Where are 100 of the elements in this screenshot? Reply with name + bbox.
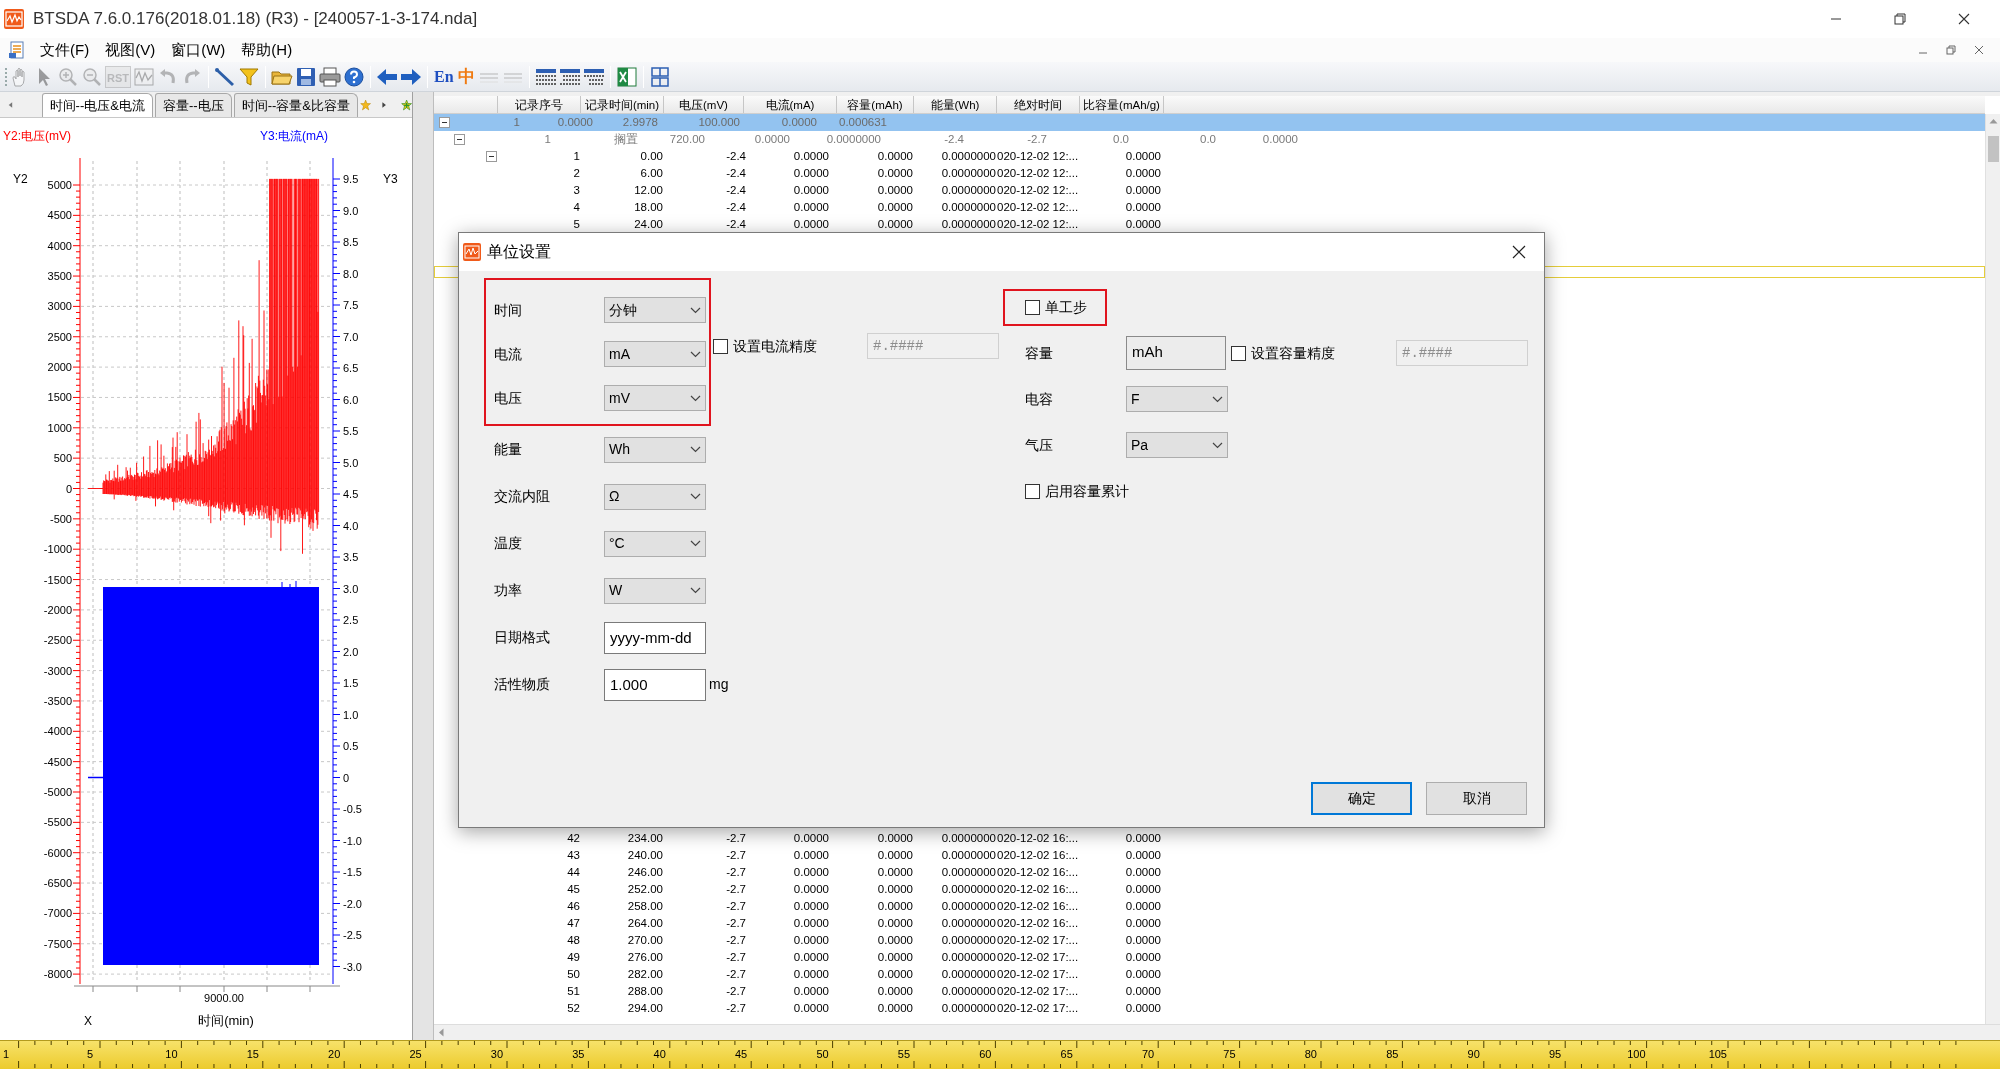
table-cell-text: 0.0000 (1124, 217, 1162, 232)
collapse-icon[interactable] (486, 151, 497, 162)
checkbox-label: 启用容量累计 (1045, 481, 1129, 501)
tick-label: -3000 (43, 664, 72, 677)
tick-label: 0 (343, 771, 350, 784)
column-header[interactable]: 绝对时间 (997, 96, 1080, 113)
scroll-right-icon[interactable] (381, 100, 387, 110)
column-header[interactable]: 记录序号 (498, 96, 581, 113)
dialog-button[interactable]: 取消 (1426, 782, 1527, 815)
ruler-number: 40 (652, 1048, 667, 1061)
table-cell-text: 24.00 (633, 217, 664, 232)
scrollbar-thumb[interactable] (1987, 136, 1999, 162)
tick-label: 8.0 (343, 267, 359, 280)
diagonal-line-icon[interactable] (214, 65, 236, 88)
tick-label: 5.0 (343, 456, 359, 469)
restore-icon[interactable] (1946, 45, 1956, 55)
table-cell-text: 0.0000 (792, 916, 830, 931)
dropdown[interactable]: Pa (1126, 432, 1228, 458)
star-icon[interactable] (359, 97, 372, 113)
table-cell-text: -2.4 (725, 200, 747, 215)
ruler-number: 25 (408, 1048, 423, 1061)
checkbox[interactable] (1025, 483, 1040, 499)
column-header[interactable]: 电流(mA) (744, 96, 837, 113)
table-cell-text: 12.00 (633, 183, 664, 198)
scroll-left-icon[interactable] (8, 100, 14, 110)
table-cell-text: 020-12-02 16:... (997, 865, 1080, 880)
restore-icon[interactable] (1894, 13, 1906, 25)
table-cell-text: 0.0000 (792, 882, 830, 897)
dropdown[interactable]: 分钟 (604, 297, 706, 323)
axis-title: Y2:电压(mV) (3, 129, 71, 143)
table-cell-text: 46 (566, 899, 581, 914)
menu-item[interactable]: 文件(F) (32, 39, 98, 61)
ruler-number: 100 (1626, 1048, 1647, 1061)
tick-label: 9.0 (343, 204, 359, 217)
add-star-icon[interactable] (400, 97, 412, 113)
dropdown[interactable]: Wh (604, 436, 706, 463)
chart-tab[interactable]: 时间--容量&比容量 (233, 92, 358, 117)
tick-label: 5000 (47, 179, 72, 191)
table-cell-text: 0.0000000 (940, 166, 997, 181)
toolbar-grip[interactable] (4, 65, 8, 88)
dialog-button[interactable]: 确定 (1311, 782, 1412, 815)
dropdown[interactable]: W (604, 577, 706, 604)
spreadsheet-icon[interactable] (615, 65, 638, 88)
close-icon[interactable] (1958, 13, 1970, 25)
table-cell-text: 0.0000000 (940, 183, 997, 198)
chart-tab[interactable]: 时间--电压&电流 (41, 92, 153, 117)
input-field[interactable]: yyyy-mm-dd (604, 621, 706, 654)
tick-label: 4.5 (343, 488, 359, 500)
table-cell-text: 0.0000 (1124, 865, 1162, 880)
table-cell-text: 0.0000 (876, 882, 914, 897)
table-cell-text: 0.0000 (876, 166, 914, 181)
axis-name: Y3 (383, 172, 398, 186)
input-field[interactable]: 1.000 (604, 668, 706, 701)
checkbox[interactable] (1025, 300, 1040, 315)
column-header[interactable]: 容量(mAh) (837, 96, 914, 113)
column-header[interactable]: 记录时间(min) (581, 96, 664, 113)
ruler-number: 10 (164, 1048, 179, 1061)
table-cell-text: -2.7 (725, 984, 747, 999)
collapse-icon[interactable] (439, 117, 450, 128)
column-header[interactable]: 能量(Wh) (914, 96, 997, 113)
table-cell-text: 48 (566, 933, 581, 948)
table-cell-text: 18.00 (633, 200, 664, 215)
ruler-number: 80 (1303, 1048, 1318, 1061)
grid-icon[interactable] (648, 65, 671, 88)
scroll-up-icon[interactable] (1988, 118, 1998, 124)
dropdown[interactable]: mA (604, 341, 706, 367)
toolbar-button[interactable]: En (433, 65, 455, 88)
menu-item[interactable]: 帮助(H) (233, 39, 301, 61)
printer-icon[interactable] (319, 65, 341, 88)
close-icon[interactable] (1512, 245, 1526, 259)
ruler-number: 85 (1385, 1048, 1400, 1061)
menu-item[interactable]: 视图(V) (97, 39, 164, 61)
axis-title: 时间(min) (198, 1013, 254, 1028)
table-cell-text: 0.0000 (1261, 132, 1299, 147)
table-cell-text: 0.0000 (876, 831, 914, 846)
scroll-left-icon[interactable] (438, 1028, 444, 1037)
column-header[interactable]: 比容量(mAh/g) (1080, 96, 1164, 113)
ruler-number: 65 (1059, 1048, 1074, 1061)
help-icon[interactable] (343, 65, 365, 88)
dropdown[interactable]: °C (604, 530, 706, 557)
menu-item[interactable]: 窗口(W) (163, 39, 234, 61)
input-field[interactable]: mAh (1126, 336, 1226, 370)
dropdown[interactable]: mV (604, 385, 706, 411)
table-cell-text: 020-12-02 17:... (997, 1001, 1080, 1016)
table-cell-text: 020-12-02 12:... (997, 183, 1080, 198)
tick-label: -1.5 (343, 866, 362, 878)
vertical-scrollbar[interactable] (1985, 114, 2000, 1024)
collapse-icon[interactable] (454, 134, 465, 145)
save-icon[interactable] (295, 65, 317, 88)
dropdown[interactable]: Ω (604, 483, 706, 510)
chart-tab[interactable]: 容量--电压 (154, 92, 232, 117)
tick-label: -5500 (43, 816, 72, 829)
table-cell-text: 0.0000 (1124, 933, 1162, 948)
dropdown[interactable]: F (1126, 386, 1228, 412)
column-header[interactable]: 电压(mV) (664, 96, 744, 113)
filter-icon[interactable] (238, 65, 260, 88)
horizontal-scrollbar[interactable] (434, 1024, 2000, 1040)
table-cell-text: 0.0000 (876, 899, 914, 914)
ruler-number: 1 (2, 1048, 11, 1061)
tick-label: 6.0 (343, 393, 359, 406)
